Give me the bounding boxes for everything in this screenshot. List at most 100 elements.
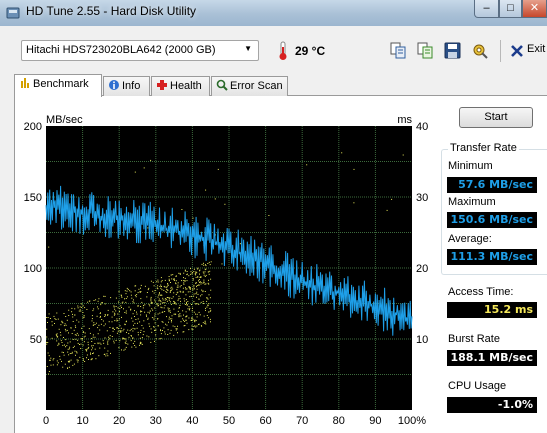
access-time-point: [115, 310, 117, 312]
access-time-point: [193, 295, 195, 297]
access-time-point: [58, 343, 60, 345]
access-time-point: [185, 288, 187, 290]
access-time-point: [137, 318, 139, 320]
access-time-point: [74, 325, 76, 327]
maximize-button[interactable]: □: [499, 0, 522, 18]
access-time-point: [154, 301, 156, 303]
access-time-point: [142, 307, 144, 309]
health-icon: [157, 80, 167, 90]
access-time-point: [203, 303, 205, 304]
access-time-point: [204, 323, 206, 324]
access-time-point: [105, 355, 107, 357]
tab-benchmark[interactable]: Benchmark: [14, 74, 102, 97]
tab-info[interactable]: Info: [103, 76, 150, 96]
access-time-point: [182, 310, 184, 312]
access-time-point: [196, 272, 198, 274]
access-time-point: [101, 302, 103, 304]
access-time-point: [86, 357, 87, 359]
close-button[interactable]: ✕: [522, 0, 547, 18]
drive-select[interactable]: Hitachi HDS723020BLA642 (2000 GB) ▼: [21, 40, 259, 61]
access-time-point: [125, 298, 127, 299]
tab-error-scan[interactable]: Error Scan: [211, 76, 288, 96]
access-time-point: [173, 303, 175, 305]
minimize-button[interactable]: –: [474, 0, 499, 18]
access-time-point: [147, 318, 149, 320]
access-time-point: [174, 302, 176, 304]
access-time-point: [202, 322, 204, 324]
tab-health[interactable]: Health: [151, 76, 210, 96]
access-time-point: [46, 341, 48, 343]
access-time-point: [178, 272, 180, 274]
access-time-point: [88, 346, 90, 348]
access-time-point: [93, 322, 95, 324]
access-time-point: [184, 280, 186, 282]
access-time-point: [52, 364, 54, 366]
access-time-point: [160, 333, 162, 335]
access-time-point: [62, 322, 64, 324]
access-time-point: [185, 319, 187, 321]
access-time-point: [268, 215, 270, 216]
start-button[interactable]: Start: [459, 107, 533, 128]
maximum-value: 150.6 MB/sec: [447, 212, 537, 228]
access-time-point: [192, 318, 194, 320]
access-time-point: [83, 341, 85, 343]
access-time-point: [134, 285, 136, 287]
access-time-point: [161, 280, 163, 282]
access-time-point: [126, 296, 128, 298]
access-time-point: [200, 276, 202, 278]
access-time-point: [209, 264, 211, 266]
access-time-point: [107, 355, 109, 357]
access-time-point: [133, 299, 134, 301]
access-time-point: [183, 298, 185, 300]
access-time-point: [173, 292, 175, 294]
access-time-point: [57, 362, 59, 364]
access-time-point: [113, 329, 115, 330]
access-time-point: [208, 279, 209, 281]
save-icon[interactable]: [444, 42, 461, 59]
access-time-point: [48, 246, 50, 248]
access-time-point: [92, 334, 94, 336]
access-time-point: [152, 281, 154, 283]
access-time-point: [170, 290, 172, 292]
access-time-point: [154, 313, 156, 315]
access-time-point: [83, 315, 85, 317]
copy-text-icon[interactable]: [390, 42, 407, 59]
access-time-point: [143, 305, 144, 307]
access-time-point: [87, 301, 89, 303]
access-time-point: [209, 270, 211, 272]
access-time-point: [169, 332, 171, 334]
access-time-point: [173, 313, 175, 315]
access-time-point: [113, 340, 115, 342]
access-time-point: [54, 318, 56, 320]
exit-label: Exit: [527, 43, 546, 55]
access-time-point: [192, 307, 193, 309]
access-time-point: [104, 303, 106, 305]
access-time-point: [168, 321, 169, 323]
access-time-point: [86, 348, 88, 350]
access-time-point: [159, 286, 161, 287]
access-time-point: [175, 303, 177, 305]
x-tick-label: 10: [76, 415, 88, 427]
access-time-point: [205, 265, 207, 267]
access-time-point: [205, 274, 207, 276]
access-time-point: [156, 281, 158, 283]
options-icon[interactable]: [471, 42, 488, 59]
access-time-point: [168, 299, 170, 301]
access-time-point: [183, 272, 185, 274]
access-time-point: [114, 320, 116, 322]
access-time-point: [208, 311, 210, 313]
access-time-point: [82, 344, 84, 346]
access-time-point: [190, 295, 192, 297]
average-value: 111.3 MB/sec: [447, 249, 537, 265]
copy-info-icon[interactable]: [417, 42, 434, 59]
left-tick-label: 100: [24, 263, 42, 275]
access-time-point: [76, 332, 78, 334]
access-time-point: [199, 273, 200, 275]
access-time-point: [179, 304, 181, 306]
access-time-point: [157, 296, 159, 298]
access-time-point: [136, 311, 137, 313]
access-time-point: [196, 303, 198, 304]
access-time-point: [69, 346, 71, 348]
access-time-point: [198, 303, 200, 305]
access-time-point: [131, 317, 133, 319]
